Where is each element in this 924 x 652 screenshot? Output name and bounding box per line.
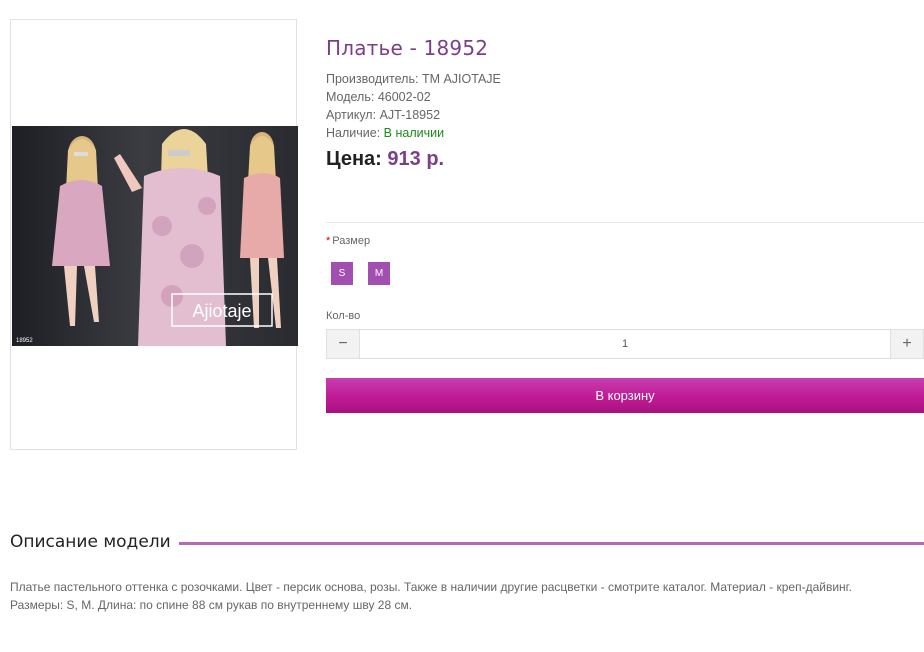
model-value: 46002-02 [377, 90, 431, 104]
model-figure-right [240, 132, 284, 328]
quantity-input[interactable]: 1 [360, 330, 890, 358]
price-label: Цена: [326, 148, 382, 170]
quantity-decrease-button[interactable]: − [327, 330, 360, 358]
photo-code: 18952 [16, 338, 33, 344]
required-mark: * [326, 235, 331, 247]
quantity-increase-button[interactable]: + [890, 330, 923, 358]
divider [326, 222, 924, 223]
manufacturer-value[interactable]: ТМ AJIOTAJE [422, 72, 501, 86]
sku-value: AJT-18952 [379, 108, 441, 122]
manufacturer-row: Производитель: ТМ AJIOTAJE [326, 70, 924, 88]
size-option-s[interactable]: S [331, 262, 353, 285]
price-value: 913 р. [387, 148, 445, 170]
description-header: Описание модели [10, 532, 924, 556]
add-to-cart-button[interactable]: В корзину [326, 378, 924, 413]
model-label: Модель: [326, 90, 375, 104]
manufacturer-label: Производитель: [326, 72, 419, 86]
product-image-frame[interactable]: Ajiotaje 18952 [10, 19, 298, 450]
size-label-text: Размер [332, 235, 371, 247]
size-label: * Размер [326, 235, 370, 247]
quantity-label: Кол-во [326, 310, 361, 322]
product-photo[interactable]: Ajiotaje 18952 [12, 126, 298, 346]
price: Цена: 913 р. [326, 148, 924, 171]
model-figure-left [52, 136, 110, 326]
sku-label: Артикул: [326, 108, 377, 122]
description-divider-line [176, 542, 924, 545]
size-option-m[interactable]: M [368, 262, 390, 285]
product-title: Платье - 18952 [326, 36, 489, 60]
model-row: Модель: 46002-02 [326, 88, 924, 106]
quantity-stepper: − 1 + [326, 329, 924, 359]
stock-status: В наличии [383, 126, 445, 140]
product-info: Платье - 18952 Производитель: ТМ AJIOTAJ… [326, 36, 924, 171]
stock-row: Наличие: В наличии [326, 124, 924, 142]
stock-label: Наличие: [326, 126, 381, 140]
description-title: Описание модели [10, 532, 179, 552]
photo-brand-watermark: Ajiotaje [192, 301, 251, 321]
product-meta: Производитель: ТМ AJIOTAJE Модель: 46002… [326, 70, 924, 142]
product-photo-illustration: Ajiotaje 18952 [16, 129, 284, 346]
sku-row: Артикул: AJT-18952 [326, 106, 924, 124]
description-text: Платье пастельного оттенка с розочками. … [10, 580, 852, 612]
